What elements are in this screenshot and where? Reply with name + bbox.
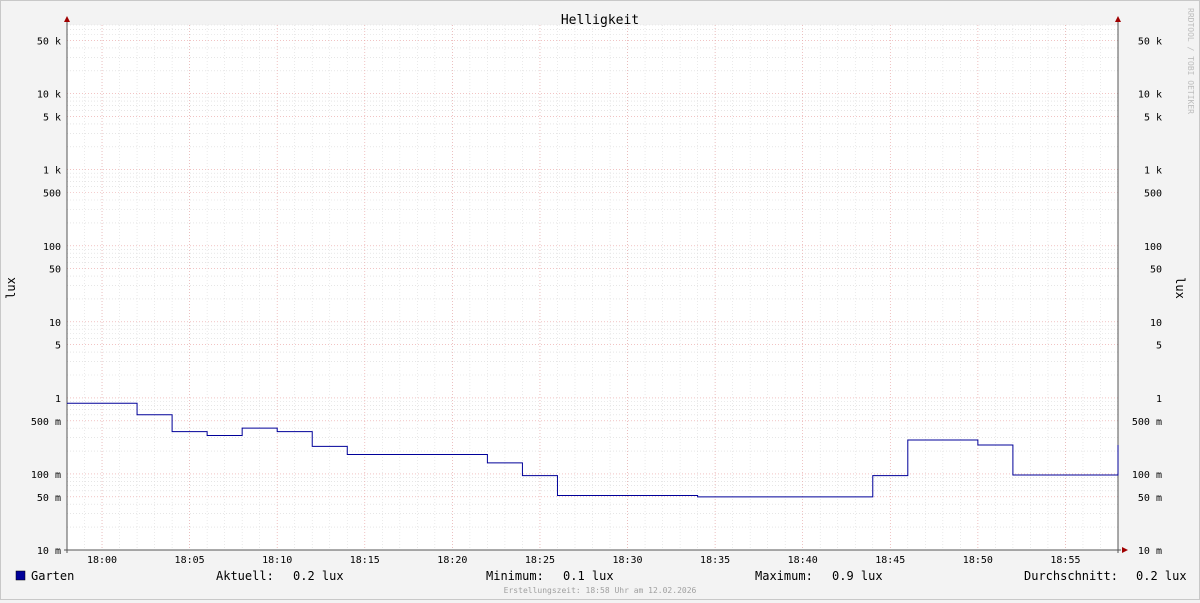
y-tick-label-left: 100 m: [31, 470, 61, 481]
y-tick-label-left: 50 k: [37, 37, 61, 48]
y-tick-label-left: 10 m: [37, 546, 61, 557]
y-tick-label-left: 500: [43, 189, 61, 200]
x-tick-labels: 18:00 18:05 18:10 18:15 18:20 18:25 18:30 18:35…: [87, 555, 1081, 566]
x-tick-label: 18:20: [437, 555, 467, 566]
legend-current-value: 0.2 lux: [293, 569, 344, 583]
legend-max-value: 0.9 lux: [832, 569, 883, 583]
y-tick-label-left: 10 k: [37, 90, 61, 101]
chart-frame: 50 k 50 k 10 k 10 k5 k5 k1 k1 k 500 500 100 100…: [0, 0, 1200, 600]
y-tick-label-left: 100: [43, 242, 61, 253]
y-tick-label-right: 10: [1150, 318, 1162, 329]
legend-min-label: Minimum:: [486, 569, 544, 583]
y-axis-label-right: lux: [1173, 277, 1187, 299]
legend-swatch: [15, 570, 26, 581]
x-tick-label: 18:55: [1050, 555, 1080, 566]
y-tick-label-right: 100: [1144, 242, 1162, 253]
y-tick-label-right: 500: [1144, 189, 1162, 200]
x-tick-label: 18:05: [175, 555, 205, 566]
y-tick-label-right: 100 m: [1132, 470, 1162, 481]
x-tick-label: 18:40: [788, 555, 818, 566]
legend-series-name: Garten: [31, 569, 74, 583]
x-tick-label: 18:35: [700, 555, 730, 566]
y-tick-label-right: 50: [1150, 265, 1162, 276]
y-axis-label-left: lux: [4, 277, 18, 299]
y-axis-left-arrow: [64, 16, 70, 22]
y-tick-label-right: 50 m: [1138, 493, 1162, 504]
y-tick-label-right: 5 k: [1144, 113, 1162, 124]
watermark: RRDTOOL / TOBI OETIKER: [1186, 8, 1195, 114]
legend-min-value: 0.1 lux: [563, 569, 614, 583]
y-tick-label-left: 500 m: [31, 417, 61, 428]
footer-timestamp: Erstellungszeit: 18:58 Uhr am 12.02.2026: [504, 586, 697, 595]
y-tick-label-right: 10 m: [1138, 546, 1162, 557]
y-tick-label-right: 10 k: [1138, 90, 1162, 101]
x-tick-label: 18:45: [875, 555, 905, 566]
y-tick-label-right: 50 k: [1138, 37, 1162, 48]
y-tick-label-right: 1 k: [1144, 166, 1162, 177]
y-tick-label-right: 1: [1156, 394, 1162, 405]
legend-avg-value: 0.2 lux: [1136, 569, 1187, 583]
x-tick-label: 18:50: [963, 555, 993, 566]
y-tick-label-left: 50 m: [37, 493, 61, 504]
y-tick-label-left: 1 k: [43, 166, 61, 177]
y-tick-label-right: 500 m: [1132, 417, 1162, 428]
y-tick-label-left: 10: [49, 318, 61, 329]
legend-max-label: Maximum:: [755, 569, 813, 583]
chart-svg: 50 k 50 k10 k 10 k5 k5 k1 k1 k500 500100 100…: [4, 8, 1195, 595]
x-tick-label: 18:25: [525, 555, 555, 566]
legend-avg-label: Durchschnitt:: [1024, 569, 1118, 583]
y-axis-right-arrow: [1115, 16, 1121, 22]
y-tick-label-left: 1: [55, 394, 61, 405]
legend-current-label: Aktuell:: [216, 569, 274, 583]
x-tick-label: 18:15: [350, 555, 380, 566]
y-tick-label-left: 5 k: [43, 113, 61, 124]
x-tick-label: 18:30: [612, 555, 642, 566]
chart-title: Helligkeit: [561, 13, 639, 28]
x-tick-label: 18:00: [87, 555, 117, 566]
y-tick-label-left: 50: [49, 265, 61, 276]
x-tick-label: 18:10: [262, 555, 292, 566]
y-tick-label-left: 5: [55, 341, 61, 352]
y-tick-label-right: 5: [1156, 341, 1162, 352]
x-axis-arrow: [1122, 547, 1128, 553]
